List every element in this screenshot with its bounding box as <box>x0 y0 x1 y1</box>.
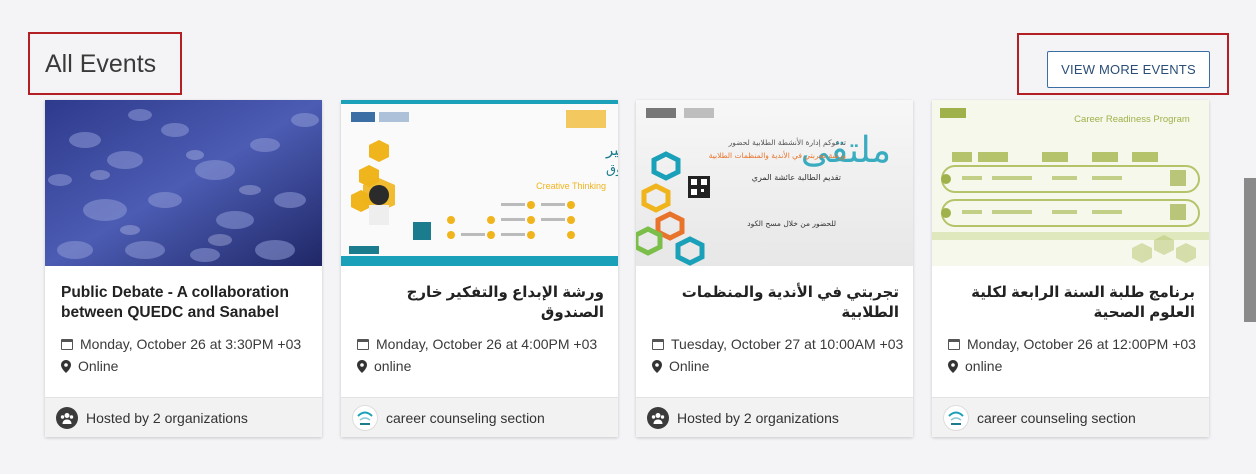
event-image: Career Readiness Program <box>932 100 1209 266</box>
event-title[interactable]: تجربتي في الأندية والمنظمات الطلابية <box>652 283 899 323</box>
calendar-icon <box>948 338 960 350</box>
view-more-events-button[interactable]: VIEW MORE EVENTS <box>1047 51 1210 88</box>
event-date: Monday, October 26 at 12:00PM +03 <box>967 336 1196 352</box>
event-card[interactable]: Public Debate - A collaboration between … <box>45 100 322 437</box>
event-image <box>45 100 322 266</box>
scrollbar[interactable] <box>1244 0 1256 474</box>
location-pin-icon <box>357 359 367 373</box>
image-title: الإبداع والتفكير <box>605 141 618 159</box>
events-section: All Events VIEW MORE EVENTS Public Debat… <box>0 0 1256 474</box>
event-date: Monday, October 26 at 3:30PM +03 <box>80 336 302 352</box>
group-icon <box>56 406 78 429</box>
calendar-icon <box>61 338 73 350</box>
event-location: Online <box>669 358 710 374</box>
event-image: الإبداع والتفكير خارج الصندوق Creative T… <box>341 100 618 266</box>
image-line-4: للحضور من خلال مسح الكود <box>747 219 836 228</box>
image-title: Career Readiness Program <box>1074 114 1190 125</box>
scrollbar-thumb[interactable] <box>1244 178 1256 322</box>
group-icon <box>647 406 669 429</box>
event-location: online <box>965 358 1003 374</box>
event-location: online <box>374 358 412 374</box>
host-label: Hosted by 2 organizations <box>677 409 839 426</box>
host-label: career counseling section <box>386 409 545 426</box>
event-date: Monday, October 26 at 4:00PM +03 <box>376 336 598 352</box>
section-title: All Events <box>45 50 157 78</box>
event-card[interactable]: Career Readiness Program برنامج طلبة الس… <box>932 100 1209 437</box>
image-subtitle: خارج الصندوق <box>606 162 618 177</box>
calendar-icon <box>357 338 369 350</box>
event-host: Hosted by 2 organizations <box>636 397 913 437</box>
location-pin-icon <box>61 359 71 373</box>
event-image: ﻣﻠﺘﻘﻰ تدعوكم إدارة الأنشطة الطلابية لحضو… <box>636 100 913 266</box>
career-counseling-logo-icon <box>943 404 969 431</box>
event-card[interactable]: ﻣﻠﺘﻘﻰ تدعوكم إدارة الأنشطة الطلابية لحضو… <box>636 100 913 437</box>
event-host: career counseling section <box>341 397 618 437</box>
host-label: Hosted by 2 organizations <box>86 409 248 426</box>
event-card[interactable]: الإبداع والتفكير خارج الصندوق Creative T… <box>341 100 618 437</box>
image-line-1: تدعوكم إدارة الأنشطة الطلابية لحضور <box>728 137 846 147</box>
event-date: Tuesday, October 27 at 10:00AM +03 <box>671 336 904 352</box>
event-title[interactable]: برنامج طلبة السنة الرابعة لكلية العلوم ا… <box>948 283 1195 323</box>
event-host: career counseling section <box>932 397 1209 437</box>
image-tagline: Creative Thinking <box>536 181 606 191</box>
image-line-3: تقديم الطالبة عائشة المري <box>752 173 841 182</box>
event-title[interactable]: Public Debate - A collaboration between … <box>61 283 308 323</box>
event-title[interactable]: ورشة الإبداع والتفكير خارج الصندوق <box>357 283 604 323</box>
image-line-2: ورشة تجربتي في الأندية والمنظمات الطلابي… <box>709 150 847 160</box>
host-label: career counseling section <box>977 409 1136 426</box>
career-counseling-logo-icon <box>352 404 378 431</box>
location-pin-icon <box>948 359 958 373</box>
event-location: Online <box>78 358 119 374</box>
location-pin-icon <box>652 359 662 373</box>
calendar-icon <box>652 338 664 350</box>
event-host: Hosted by 2 organizations <box>45 397 322 437</box>
